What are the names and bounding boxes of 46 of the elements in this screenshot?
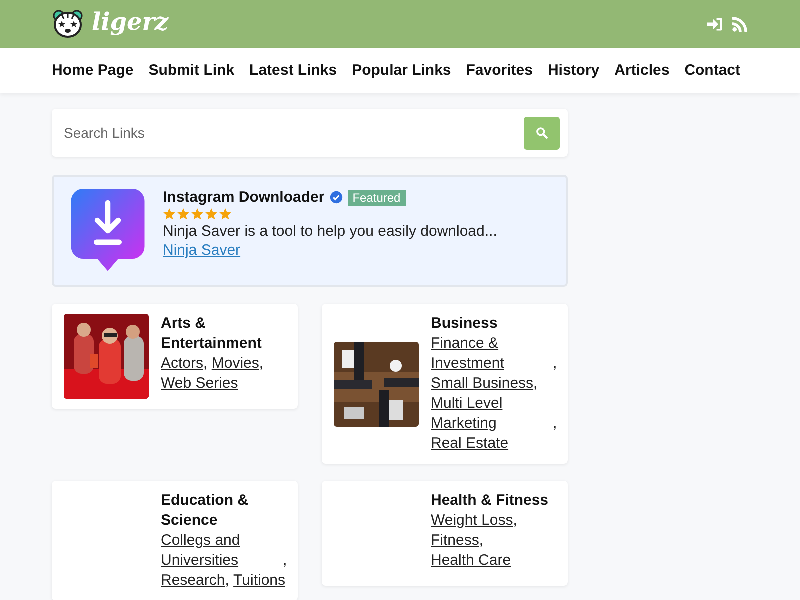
nav-link[interactable]: Popular Links <box>352 62 452 79</box>
subcategory-link[interactable]: Movies <box>212 354 260 374</box>
listing-link[interactable]: Ninja Saver <box>163 242 241 259</box>
subcategory-link[interactable]: Multi Level Marketing <box>431 394 553 434</box>
nav-link[interactable]: Home Page <box>52 62 134 79</box>
subcategory-list: Weight Loss, Fitness, Health Care <box>431 511 559 571</box>
sign-in-icon[interactable] <box>707 16 723 32</box>
subcategory-link[interactable]: Health Care <box>431 551 512 571</box>
tiger-logo-icon[interactable] <box>52 8 84 40</box>
listing-description: Ninja Saver is a tool to help you easily download... <box>163 223 498 240</box>
star-icon <box>163 208 176 221</box>
subcategory-link[interactable]: Web Series <box>161 374 238 394</box>
featured-badge: Featured <box>348 190 406 206</box>
subcategory-link[interactable]: Tuitions <box>234 571 286 591</box>
subcategory-list: Actors, Movies, Web Series <box>161 354 289 394</box>
subcategory-list: Collegs and Universities , Research, Tuitions <box>161 531 289 591</box>
search-button[interactable] <box>524 116 560 150</box>
download-app-icon[interactable] <box>68 189 148 273</box>
star-icon <box>205 208 218 221</box>
star-icon <box>219 208 232 221</box>
subcategory-link[interactable]: Small Business <box>431 374 534 394</box>
star-icon <box>177 208 190 221</box>
nav-link[interactable]: Submit Link <box>148 62 235 79</box>
category-title[interactable]: Arts & Entertainment <box>161 314 289 354</box>
nav-link[interactable]: Contact <box>684 62 741 79</box>
subcategory-link[interactable]: Research <box>161 571 226 591</box>
search-icon <box>536 127 548 139</box>
category-title[interactable]: Business <box>431 314 559 334</box>
subcategory-link[interactable]: Collegs and Universities <box>161 531 283 571</box>
subcategory-list: Finance & Investment , Small Business, Multi Level Marketing , Real Estate <box>431 334 559 454</box>
subcategory-link[interactable]: Actors <box>161 354 204 374</box>
subcategory-link[interactable]: Fitness <box>431 531 480 551</box>
nav-link[interactable]: History <box>548 62 600 79</box>
category-title[interactable]: Health & Fitness <box>431 491 559 511</box>
subcategory-link[interactable]: Weight Loss <box>431 511 514 531</box>
nav-link[interactable]: Articles <box>614 62 670 79</box>
listing-title[interactable]: Instagram Downloader <box>163 189 325 206</box>
subcategory-link[interactable]: Finance & Investment <box>431 334 553 374</box>
category-title[interactable]: Education & Science <box>161 491 289 531</box>
nav-link[interactable]: Latest Links <box>250 62 338 79</box>
search-bar[interactable]: Search Links <box>52 109 568 157</box>
subcategory-link[interactable]: Real Estate <box>431 434 509 454</box>
search-field[interactable]: Search Links <box>64 121 524 145</box>
rss-icon[interactable] <box>732 16 748 32</box>
star-icon <box>191 208 204 221</box>
nav-link[interactable]: Favorites <box>466 62 533 79</box>
